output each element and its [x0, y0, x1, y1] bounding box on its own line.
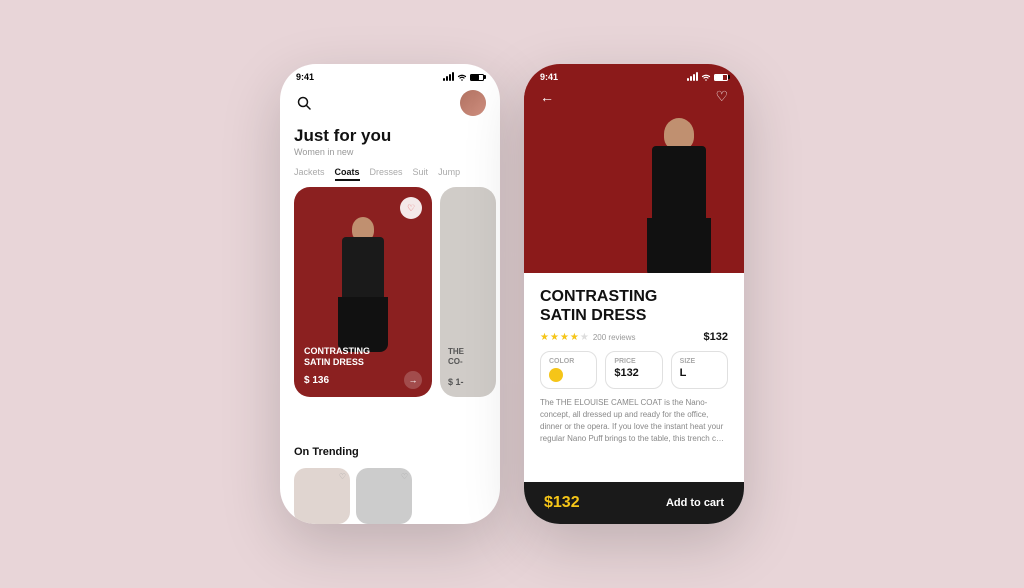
size-label: SIZE: [680, 358, 719, 365]
status-icons-2: [687, 73, 728, 81]
product-figure-2: [634, 118, 724, 273]
battery-icon-2: [714, 74, 728, 81]
trending-row: ♡ ♡: [280, 462, 500, 524]
product-image-area: [524, 113, 744, 273]
status-time-1: 9:41: [296, 72, 314, 82]
on-trending-section: On Trending: [280, 438, 500, 462]
product-card-secondary[interactable]: THECO- $ 1-: [440, 187, 496, 397]
status-time-2: 9:41: [540, 72, 558, 82]
search-icon[interactable]: [294, 93, 314, 113]
wifi-icon-2: [701, 73, 711, 81]
avatar[interactable]: [460, 90, 486, 116]
on-trending-title: On Trending: [294, 446, 486, 458]
secondary-card-price: $ 1-: [448, 377, 464, 387]
price-label: PRICE: [614, 358, 653, 365]
star-2: ★: [550, 332, 559, 343]
status-bar-2-wrap: 9:41: [524, 64, 744, 113]
color-label: COLOR: [549, 358, 588, 365]
battery-icon: [470, 74, 484, 81]
tab-jump[interactable]: Jump: [438, 167, 460, 181]
product-detail-panel: CONTRASTINGSATIN DRESS ★ ★ ★ ★ ★ 200 rev…: [524, 273, 744, 524]
tab-dresses[interactable]: Dresses: [370, 167, 403, 181]
card-info: CONTRASTINGSATIN DRESS $ 136 →: [294, 338, 432, 398]
product-figure: [328, 217, 398, 347]
product-nav-bar: ← ♡: [524, 86, 744, 113]
heart-icon-main: ♡: [407, 203, 415, 214]
phone-header: [280, 86, 500, 122]
page-title-section: Just for you Women in new: [280, 122, 500, 161]
status-bar-2: 9:41: [524, 64, 744, 86]
detail-product-title: CONTRASTINGSATIN DRESS: [540, 287, 728, 325]
phone-1: 9:41: [280, 64, 500, 524]
price-value: $132: [614, 367, 653, 379]
stars: ★ ★ ★ ★ ★: [540, 332, 589, 343]
tab-coats[interactable]: Coats: [335, 167, 360, 181]
page-subtitle: Women in new: [294, 147, 486, 157]
trending-heart-1[interactable]: ♡: [339, 472, 346, 481]
tab-suit[interactable]: Suit: [413, 167, 429, 181]
star-3: ★: [560, 332, 569, 343]
options-row: COLOR PRICE $132 SIZE L: [540, 351, 728, 389]
reviews-count: 200 reviews: [593, 333, 636, 342]
add-to-cart-bar: $132 Add to cart: [524, 482, 744, 524]
status-icons-1: [443, 73, 484, 81]
arrow-button[interactable]: →: [404, 371, 422, 389]
trending-item-2[interactable]: ♡: [356, 468, 412, 524]
signal-icon-2: [687, 73, 698, 81]
price-option[interactable]: PRICE $132: [605, 351, 662, 389]
size-value: L: [680, 367, 719, 379]
product-description: The THE ELOUISE CAMEL COAT is the Nano-c…: [540, 397, 728, 445]
star-1: ★: [540, 332, 549, 343]
rating-row: ★ ★ ★ ★ ★ 200 reviews $132: [540, 331, 728, 343]
signal-icon: [443, 73, 454, 81]
size-option[interactable]: SIZE L: [671, 351, 728, 389]
tab-jackets[interactable]: Jackets: [294, 167, 325, 181]
rating-section: ★ ★ ★ ★ ★ 200 reviews: [540, 332, 636, 343]
add-to-cart-button[interactable]: Add to cart: [666, 497, 724, 509]
card-price: $ 136: [304, 375, 329, 386]
page-title: Just for you: [294, 126, 486, 146]
category-tabs: Jackets Coats Dresses Suit Jump: [280, 161, 500, 187]
wifi-icon: [457, 73, 467, 81]
status-bar-1: 9:41: [280, 64, 500, 86]
secondary-card-name: THECO-: [448, 347, 464, 368]
star-4: ★: [570, 332, 579, 343]
card-product-name: CONTRASTINGSATIN DRESS: [304, 346, 422, 368]
product-card-main[interactable]: ♡ CONTRASTINGSATIN DRESS $ 136 →: [294, 187, 432, 397]
trending-item-1[interactable]: ♡: [294, 468, 350, 524]
card-price-row: $ 136 →: [304, 371, 422, 389]
trending-heart-2[interactable]: ♡: [401, 472, 408, 481]
back-button[interactable]: ←: [540, 89, 554, 105]
color-dot: [549, 368, 563, 382]
wishlist-button-detail[interactable]: ♡: [715, 88, 728, 105]
color-option[interactable]: COLOR: [540, 351, 597, 389]
wishlist-button-main[interactable]: ♡: [400, 197, 422, 219]
cards-row: ♡ CONTRASTINGSATIN DRESS $ 136 → THECO- …: [280, 187, 500, 438]
cart-price: $132: [544, 494, 580, 512]
phone-2: 9:41: [524, 64, 744, 524]
detail-price: $132: [704, 331, 728, 343]
star-5: ★: [580, 332, 589, 343]
